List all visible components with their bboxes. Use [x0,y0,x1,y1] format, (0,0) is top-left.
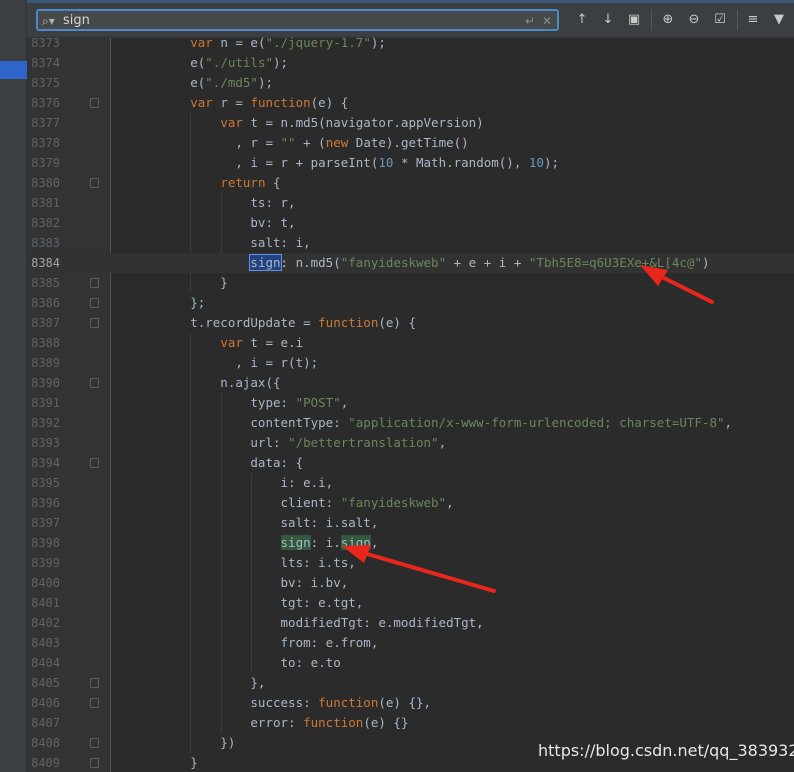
annotation-arrows [342,265,714,593]
annotation-arrow [640,265,714,304]
annotation-arrow [342,545,496,593]
watermark-url: https://blog.csdn.net/qq_38393270 [538,741,794,760]
